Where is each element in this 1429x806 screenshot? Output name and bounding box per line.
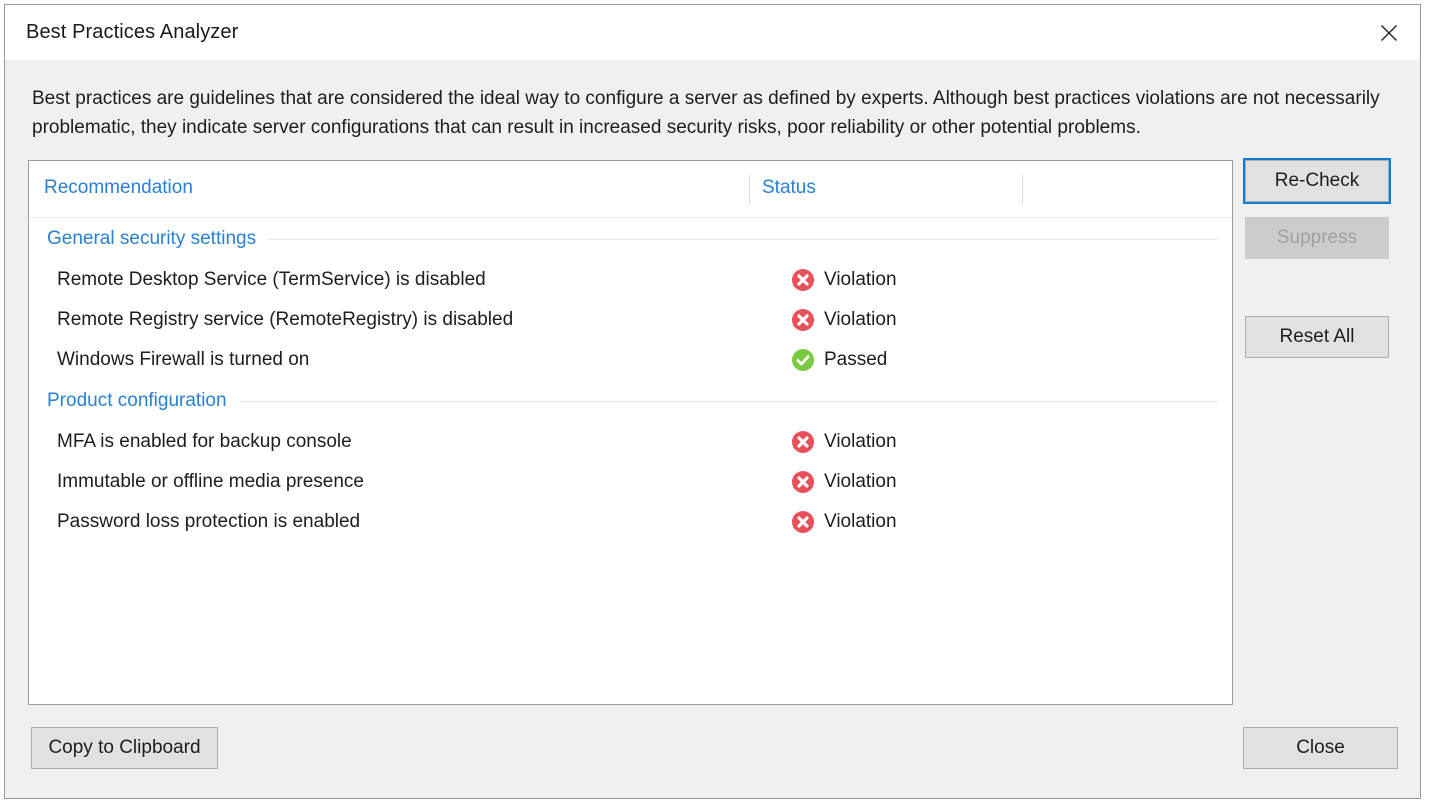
violation-icon: [791, 430, 815, 454]
recommendation-text: Immutable or offline media presence: [57, 471, 364, 492]
dialog-title: Best Practices Analyzer: [26, 21, 239, 43]
table-row[interactable]: Remote Registry service (RemoteRegistry)…: [29, 300, 1232, 340]
table-row[interactable]: Windows Firewall is turned on Passed: [29, 340, 1232, 380]
table-row[interactable]: Remote Desktop Service (TermService) is …: [29, 260, 1232, 300]
list-group-label: Product configuration: [47, 390, 239, 412]
best-practices-analyzer-dialog: Best Practices Analyzer Best practices a…: [4, 4, 1421, 799]
status-label: Violation: [824, 431, 897, 452]
status-label: Violation: [824, 309, 897, 330]
suppress-button: Suppress: [1245, 217, 1389, 259]
column-header-row: Recommendation Status: [29, 161, 1232, 218]
passed-icon: [791, 348, 815, 372]
status-cell: Violation: [791, 510, 897, 534]
violation-icon: [791, 510, 815, 534]
column-header-recommendation[interactable]: Recommendation: [44, 177, 193, 199]
table-row[interactable]: Password loss protection is enabled Viola…: [29, 502, 1232, 542]
close-button[interactable]: Close: [1243, 727, 1398, 769]
status-label: Violation: [824, 471, 897, 492]
body-area: Recommendation Status General security s…: [5, 142, 1420, 712]
violation-icon: [791, 268, 815, 292]
close-icon: [1380, 24, 1398, 42]
side-button-column: Re-Check Suppress Reset All: [1243, 158, 1397, 712]
status-cell: Violation: [791, 268, 897, 292]
reset-all-button[interactable]: Reset All: [1245, 316, 1389, 358]
recommendation-text: MFA is enabled for backup console: [57, 431, 352, 452]
copy-to-clipboard-button[interactable]: Copy to Clipboard: [31, 727, 218, 769]
footer-bar: Copy to Clipboard Close: [5, 712, 1420, 798]
recommendation-text: Windows Firewall is turned on: [57, 349, 310, 370]
status-cell: Violation: [791, 470, 897, 494]
re-check-button[interactable]: Re-Check: [1243, 158, 1391, 204]
table-row[interactable]: Immutable or offline media presence Viola…: [29, 462, 1232, 502]
group-separator-rule: [238, 400, 1218, 402]
recommendation-text: Remote Registry service (RemoteRegistry)…: [57, 309, 514, 330]
status-label: Violation: [824, 269, 897, 290]
list-group-header[interactable]: General security settings: [29, 218, 1232, 260]
recommendation-text: Remote Desktop Service (TermService) is …: [57, 269, 486, 290]
violation-icon: [791, 470, 815, 494]
list-group-label: General security settings: [47, 228, 269, 250]
violation-icon: [791, 308, 815, 332]
column-divider-1[interactable]: [749, 174, 750, 205]
status-cell: Violation: [791, 308, 897, 332]
recommendation-text: Password loss protection is enabled: [57, 511, 361, 532]
recommendations-list-panel: Recommendation Status General security s…: [28, 160, 1233, 705]
close-window-button[interactable]: [1358, 5, 1420, 60]
status-label: Violation: [824, 511, 897, 532]
description-text: Best practices are guidelines that are c…: [32, 88, 1380, 138]
status-cell: Passed: [791, 348, 887, 372]
status-label: Passed: [824, 349, 888, 370]
title-bar: Best Practices Analyzer: [5, 5, 1420, 60]
status-cell: Violation: [791, 430, 897, 454]
column-divider-2[interactable]: [1022, 174, 1023, 205]
list-group-header[interactable]: Product configuration: [29, 380, 1232, 422]
table-row[interactable]: MFA is enabled for backup console Violati…: [29, 422, 1232, 462]
group-separator-rule: [268, 238, 1218, 240]
list-groups: General security settings Remote Desktop …: [29, 218, 1232, 542]
column-header-status[interactable]: Status: [762, 177, 816, 199]
